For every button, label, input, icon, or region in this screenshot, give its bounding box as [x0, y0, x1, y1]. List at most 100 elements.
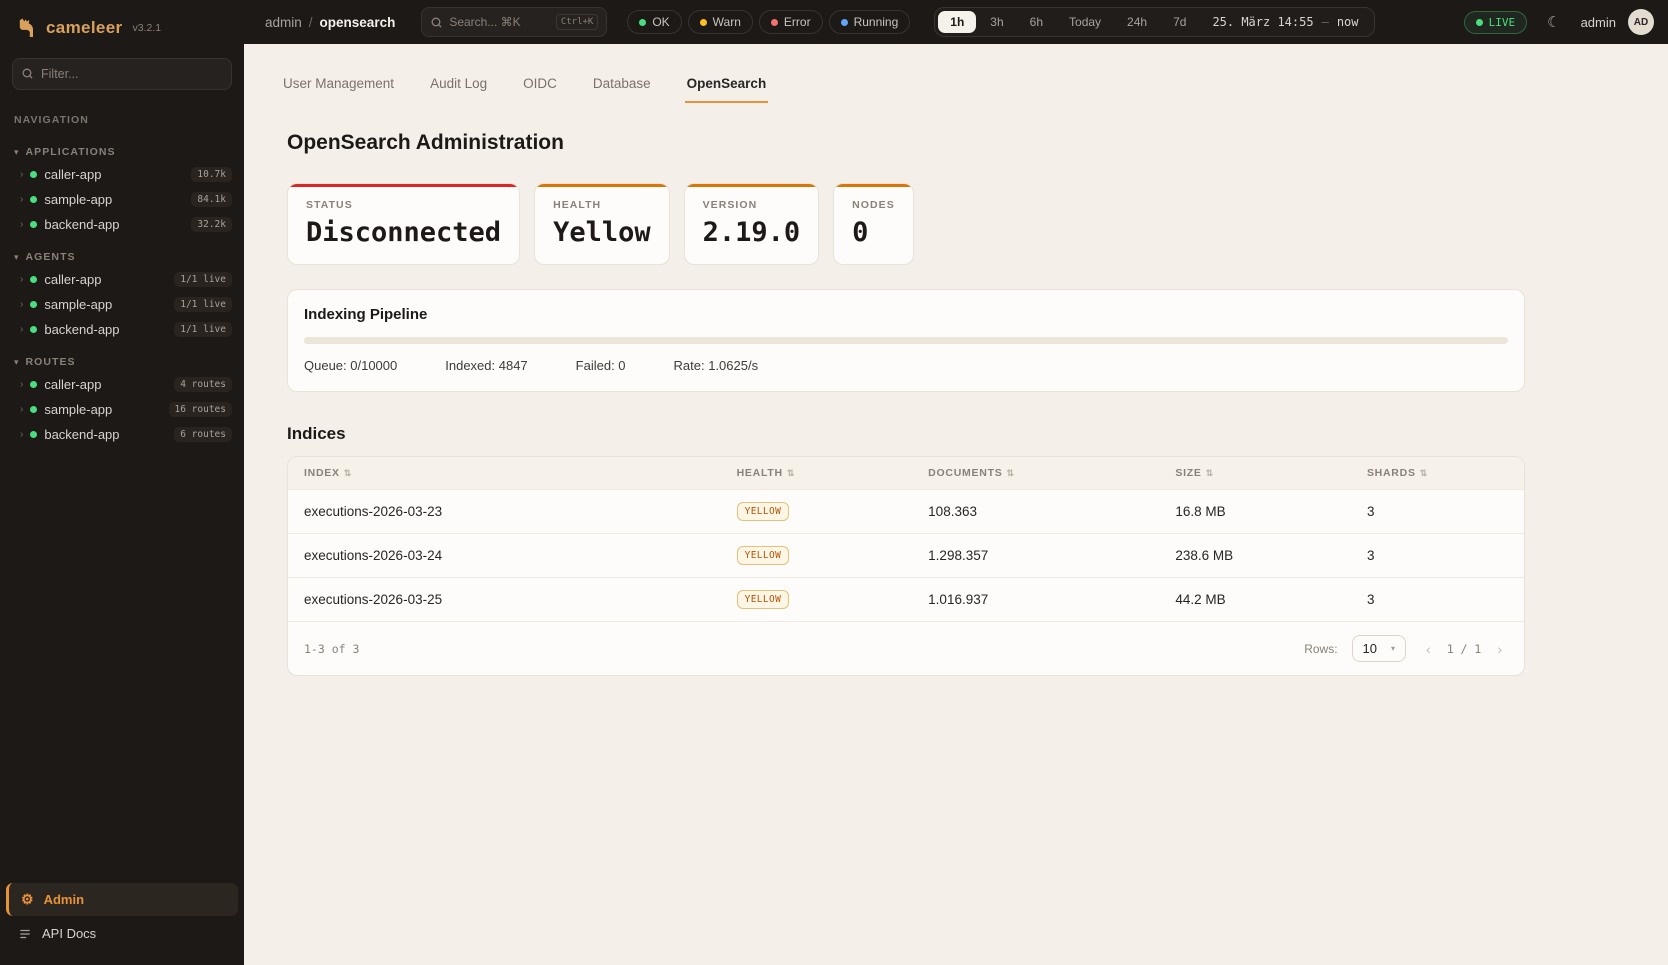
next-page-button[interactable]: › [1491, 639, 1508, 659]
sidebar-item-sample-app[interactable]: › sample-app 84.1k [0, 187, 244, 212]
cell-size: 238.6 MB [1159, 534, 1351, 578]
group-header-agents[interactable]: ▾ AGENTS [0, 247, 244, 267]
filter-input[interactable] [12, 58, 232, 90]
chevron-right-icon: › [20, 274, 23, 285]
stat-card-version: VERSION 2.19.0 [684, 183, 820, 265]
time-range-24h[interactable]: 24h [1115, 11, 1159, 33]
chevron-right-icon: › [20, 219, 23, 230]
search-input[interactable] [449, 15, 549, 29]
app-name: cameleer [46, 18, 122, 38]
time-range-7d[interactable]: 7d [1161, 11, 1198, 33]
stat-value: 0 [852, 217, 895, 248]
stat-cards: STATUS Disconnected HEALTH Yellow VERSIO… [287, 183, 1525, 265]
sidebar-item-backend-app[interactable]: › backend-app 32.2k [0, 212, 244, 237]
column-header-size[interactable]: SIZE⇅ [1159, 457, 1351, 490]
page-title: OpenSearch Administration [287, 131, 1525, 155]
admin-tabs: User Management Audit Log OIDC Database … [281, 68, 1525, 103]
ok-status-dot [639, 19, 646, 26]
pipeline-stats: Queue: 0/10000 Indexed: 4847 Failed: 0 R… [304, 358, 1508, 373]
time-range-3h[interactable]: 3h [978, 11, 1015, 33]
filter-ok[interactable]: OK [627, 10, 681, 34]
cell-index: executions-2026-03-23 [288, 490, 721, 534]
tab-audit-log[interactable]: Audit Log [428, 68, 489, 103]
sort-icon: ⇅ [344, 468, 352, 478]
sidebar-item-api-docs[interactable]: API Docs [6, 918, 238, 949]
item-label: backend-app [44, 217, 184, 232]
date-range-display[interactable]: 25. März 14:55 — now [1200, 15, 1370, 29]
date-to: now [1337, 15, 1359, 29]
sidebar-item-caller-app-routes[interactable]: › caller-app 4 routes [0, 372, 244, 397]
search-shortcut-kbd: Ctrl+K [556, 14, 599, 30]
column-header-documents[interactable]: DOCUMENTS⇅ [912, 457, 1159, 490]
column-header-index[interactable]: INDEX⇅ [288, 457, 721, 490]
item-badge: 4 routes [174, 377, 232, 392]
tab-oidc[interactable]: OIDC [521, 68, 559, 103]
nav-group-agents: ▾ AGENTS › caller-app 1/1 live › sample-… [0, 247, 244, 342]
table-footer: 1-3 of 3 Rows: 10 ▾ ‹ 1 / 1 › [288, 621, 1524, 675]
stat-card-status: STATUS Disconnected [287, 183, 520, 265]
cell-shards: 3 [1351, 534, 1524, 578]
live-indicator[interactable]: LIVE [1464, 11, 1528, 34]
item-badge: 1/1 live [174, 272, 232, 287]
rows-per-page-value: 10 [1363, 641, 1377, 656]
table-header-row: INDEX⇅ HEALTH⇅ DOCUMENTS⇅ SIZE⇅ SHARDS⇅ [288, 457, 1524, 490]
tab-database[interactable]: Database [591, 68, 653, 103]
stat-label: STATUS [306, 199, 501, 211]
table-row[interactable]: executions-2026-03-24 YELLOW 1.298.357 2… [288, 534, 1524, 578]
page-indicator: 1 / 1 [1447, 642, 1482, 656]
sidebar-item-caller-app-agent[interactable]: › caller-app 1/1 live [0, 267, 244, 292]
column-header-health[interactable]: HEALTH⇅ [721, 457, 913, 490]
time-range-1h[interactable]: 1h [938, 11, 976, 33]
group-title: ROUTES [26, 356, 76, 368]
live-label: LIVE [1489, 16, 1516, 29]
table-row[interactable]: executions-2026-03-25 YELLOW 1.016.937 4… [288, 578, 1524, 622]
time-range-6h[interactable]: 6h [1018, 11, 1055, 33]
sidebar-item-backend-app-routes[interactable]: › backend-app 6 routes [0, 422, 244, 447]
item-label: caller-app [44, 167, 184, 182]
rows-per-page-select[interactable]: 10 ▾ [1352, 635, 1406, 662]
chevron-right-icon: › [20, 429, 23, 440]
group-title: AGENTS [26, 251, 76, 263]
gear-icon: ⚙ [21, 891, 34, 908]
breadcrumb-parent[interactable]: admin [265, 15, 302, 30]
sidebar-item-admin[interactable]: ⚙ Admin [6, 883, 238, 916]
cell-documents: 1.016.937 [912, 578, 1159, 622]
table-row[interactable]: executions-2026-03-23 YELLOW 108.363 16.… [288, 490, 1524, 534]
theme-toggle-button[interactable]: ☾ [1539, 9, 1568, 35]
breadcrumb-current: opensearch [320, 15, 396, 30]
chevron-right-icon: › [20, 169, 23, 180]
tab-opensearch[interactable]: OpenSearch [685, 68, 769, 103]
sidebar-item-caller-app[interactable]: › caller-app 10.7k [0, 162, 244, 187]
sidebar-item-backend-app-agent[interactable]: › backend-app 1/1 live [0, 317, 244, 342]
status-dot [30, 326, 37, 333]
date-from: 25. März 14:55 [1212, 15, 1313, 29]
indices-table: INDEX⇅ HEALTH⇅ DOCUMENTS⇅ SIZE⇅ SHARDS⇅ … [288, 457, 1524, 621]
breadcrumb: admin / opensearch [265, 15, 395, 30]
pipeline-progress-bar [304, 337, 1508, 344]
cell-shards: 3 [1351, 578, 1524, 622]
filter-label: OK [652, 15, 669, 29]
group-header-routes[interactable]: ▾ ROUTES [0, 352, 244, 372]
sidebar-item-sample-app-agent[interactable]: › sample-app 1/1 live [0, 292, 244, 317]
cell-shards: 3 [1351, 490, 1524, 534]
prev-page-button[interactable]: ‹ [1420, 639, 1437, 659]
avatar[interactable]: AD [1628, 9, 1654, 35]
indices-title: Indices [287, 424, 1525, 444]
health-badge: YELLOW [737, 590, 790, 609]
item-badge: 10.7k [191, 167, 232, 182]
filter-running[interactable]: Running [829, 10, 911, 34]
main-content: User Management Audit Log OIDC Database … [244, 44, 1668, 965]
stat-label: NODES [852, 199, 895, 211]
search-icon [21, 67, 34, 80]
tab-user-management[interactable]: User Management [281, 68, 396, 103]
stat-value: 2.19.0 [703, 217, 801, 248]
column-header-shards[interactable]: SHARDS⇅ [1351, 457, 1524, 490]
pipeline-stat-queue: Queue: 0/10000 [304, 358, 397, 373]
filter-warn[interactable]: Warn [688, 10, 753, 34]
group-header-applications[interactable]: ▾ APPLICATIONS [0, 142, 244, 162]
filter-error[interactable]: Error [759, 10, 823, 34]
warn-status-dot [700, 19, 707, 26]
sidebar-item-sample-app-routes[interactable]: › sample-app 16 routes [0, 397, 244, 422]
time-range-today[interactable]: Today [1057, 11, 1113, 33]
indices-table-card: INDEX⇅ HEALTH⇅ DOCUMENTS⇅ SIZE⇅ SHARDS⇅ … [287, 456, 1525, 676]
